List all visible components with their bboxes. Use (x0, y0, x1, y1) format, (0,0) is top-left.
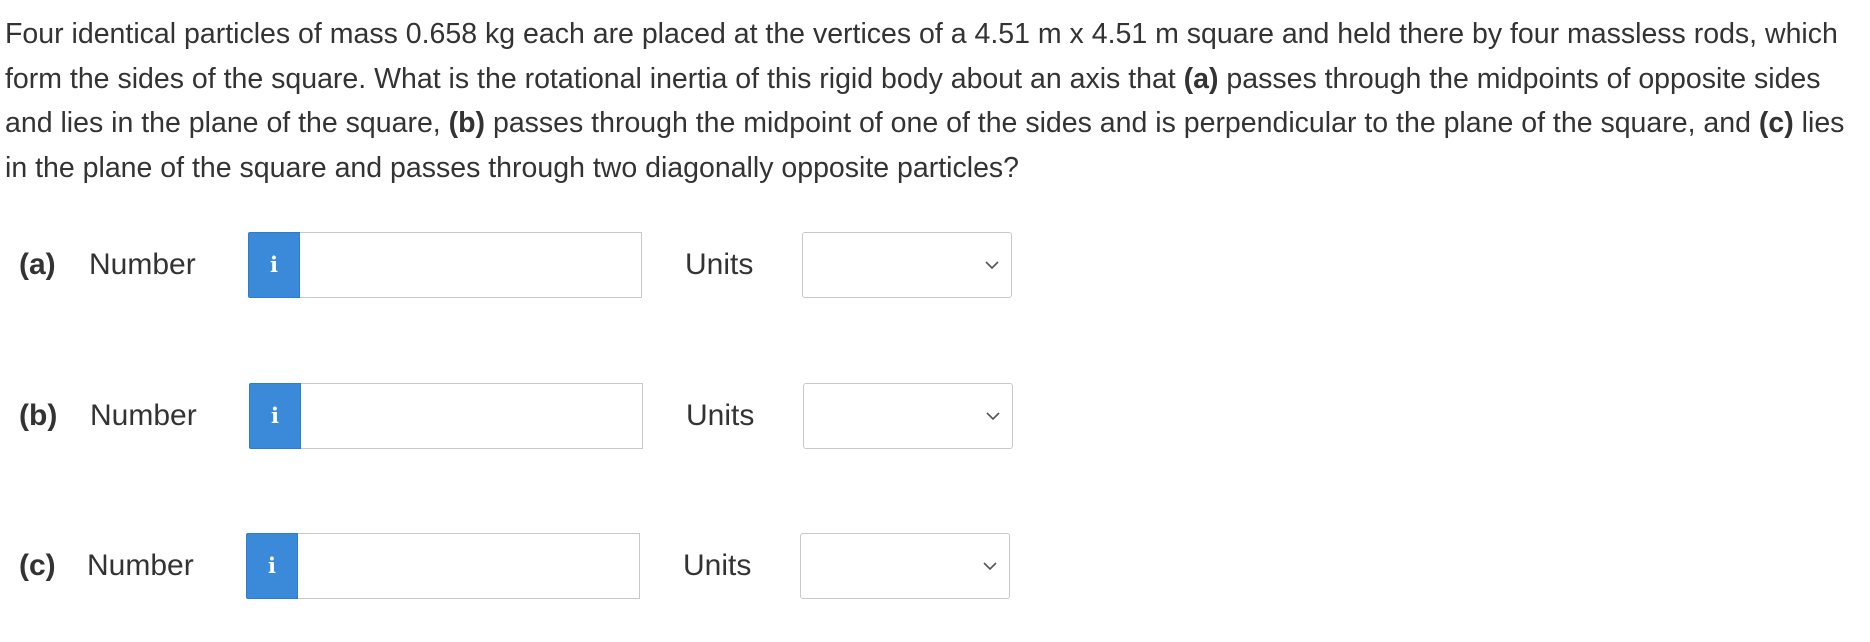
part-a-marker: (a) (1183, 62, 1219, 95)
question-text: Four identical particles of mass 0.658 k… (5, 12, 1865, 190)
info-button[interactable]: i (248, 232, 300, 298)
info-icon: i (268, 553, 276, 578)
number-input-c[interactable] (298, 533, 640, 599)
units-dropdown-a[interactable] (802, 232, 1012, 298)
chevron-down-icon (983, 562, 997, 571)
part-label: (a) (19, 248, 56, 281)
number-label: Number (89, 248, 196, 281)
chevron-down-icon (985, 261, 999, 270)
units-dropdown-c[interactable] (800, 533, 1010, 599)
part-label: (b) (19, 399, 58, 432)
number-input-b[interactable] (301, 383, 643, 449)
part-c-marker: (c) (1758, 107, 1794, 139)
units-label: Units (685, 248, 754, 281)
part-b-marker: (b) (448, 107, 486, 139)
question-text-part-b: passes through the midpoint of one of th… (485, 107, 1759, 139)
units-label: Units (683, 549, 752, 582)
number-input-a[interactable] (300, 232, 642, 298)
number-label: Number (87, 549, 194, 582)
units-dropdown-b[interactable] (803, 383, 1013, 449)
units-label: Units (686, 399, 755, 432)
number-label: Number (90, 399, 197, 432)
part-label: (c) (19, 549, 56, 582)
chevron-down-icon (986, 412, 1000, 421)
info-button[interactable]: i (246, 533, 298, 599)
info-icon: i (270, 252, 278, 277)
info-button[interactable]: i (249, 383, 301, 449)
info-icon: i (271, 403, 279, 428)
